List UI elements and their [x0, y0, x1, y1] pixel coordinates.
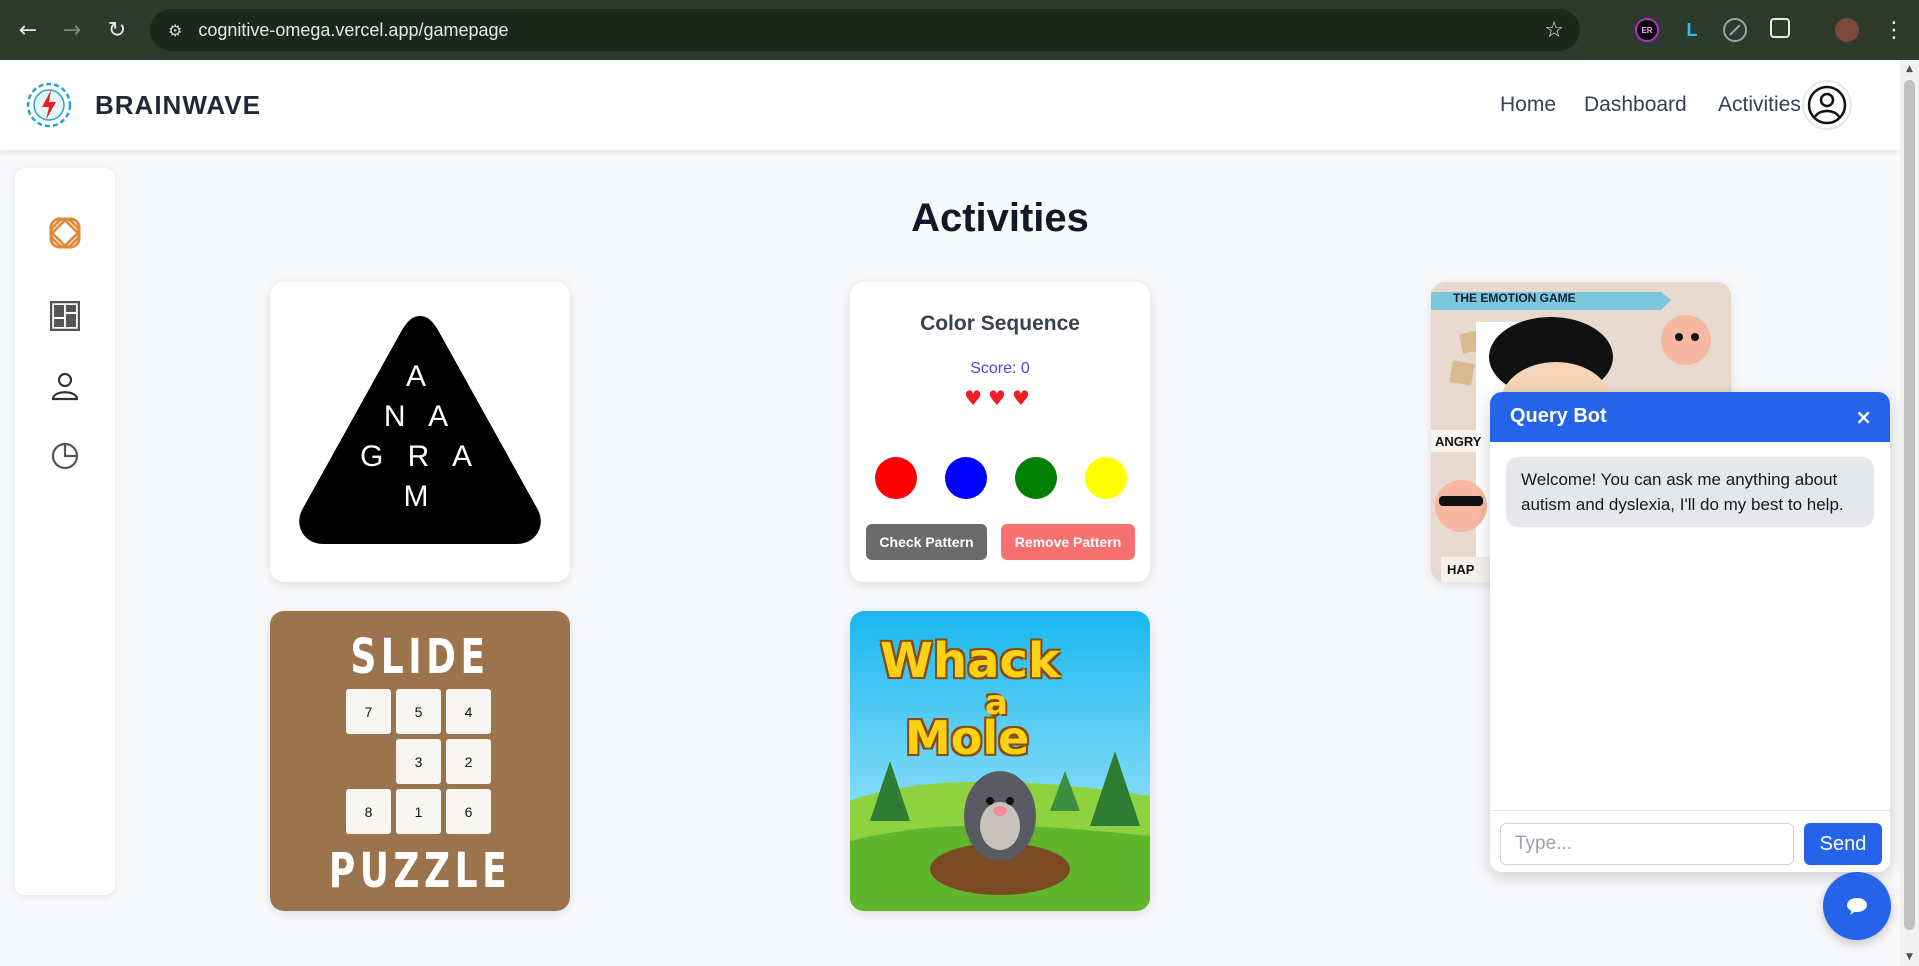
chat-bubble-icon — [1847, 898, 1867, 915]
close-icon[interactable]: × — [1855, 405, 1872, 429]
whack-a-mole-card[interactable]: Whack a Mole — [850, 611, 1150, 911]
user-icon[interactable] — [45, 366, 85, 406]
back-icon[interactable]: ← — [8, 10, 48, 50]
color-green-button[interactable] — [1015, 457, 1057, 499]
app-header: BRAINWAVE Home Dashboard Activities — [0, 60, 1900, 150]
brand-name[interactable]: BRAINWAVE — [95, 90, 261, 121]
forward-icon[interactable]: → — [52, 10, 92, 50]
color-red-button[interactable] — [875, 457, 917, 499]
page-title: Activities — [911, 196, 1089, 240]
bot-welcome-message: Welcome! You can ask me anything about a… — [1506, 457, 1874, 527]
address-bar[interactable]: ⚙ cognitive-omega.vercel.app/gamepage ☆ — [150, 9, 1580, 51]
slide-puzzle-card[interactable]: SLIDE 7 5 4 3 2 8 1 6 PUZZLE — [270, 611, 570, 911]
color-blue-button[interactable] — [945, 457, 987, 499]
nav-activities[interactable]: Activities — [1718, 93, 1801, 117]
extensions-puzzle-icon[interactable] — [1770, 18, 1790, 38]
dashboard-icon[interactable] — [45, 296, 85, 336]
emotion-label-angry: ANGRY — [1435, 434, 1482, 449]
anagram-card[interactable]: A N A G R A M — [270, 282, 570, 582]
chat-toggle-button[interactable] — [1823, 872, 1891, 940]
nav-home[interactable]: Home — [1500, 93, 1556, 117]
slide-title: SLIDE — [350, 629, 490, 685]
puzzle-tile[interactable]: 7 — [346, 689, 391, 734]
query-bot-panel: Query Bot × Welcome! You can ask me anyt… — [1490, 392, 1890, 872]
browser-toolbar: ← → ↻ ⚙ cognitive-omega.vercel.app/gamep… — [0, 0, 1919, 60]
send-button[interactable]: Send — [1804, 823, 1882, 865]
chat-input[interactable] — [1500, 823, 1794, 865]
lives-hearts: ♥♥♥ — [964, 386, 1036, 410]
url-text[interactable]: cognitive-omega.vercel.app/gamepage — [198, 20, 508, 41]
puzzle-title: PUZZLE — [328, 843, 512, 899]
check-pattern-button[interactable]: Check Pattern — [866, 524, 987, 560]
puzzle-tile[interactable]: 3 — [396, 739, 441, 784]
user-circle-icon — [1807, 85, 1847, 125]
reload-icon[interactable]: ↻ — [97, 10, 137, 50]
puzzle-tile[interactable]: 2 — [446, 739, 491, 784]
whack-title: Whack — [880, 633, 1060, 689]
sidebar — [15, 168, 115, 895]
brain-logo-icon[interactable] — [20, 80, 78, 130]
scrollbar-thumb[interactable] — [1904, 80, 1915, 930]
extension-blocked-icon[interactable] — [1723, 18, 1747, 42]
chat-header: Query Bot × — [1490, 392, 1890, 442]
scroll-up-icon[interactable]: ▲ — [1904, 64, 1915, 74]
bookmark-star-icon[interactable]: ☆ — [1544, 18, 1564, 43]
score-text: Score: 0 — [970, 360, 1030, 377]
browser-profile-avatar[interactable] — [1835, 18, 1859, 42]
puzzle-tile[interactable]: 1 — [396, 789, 441, 834]
emotion-label-happy: HAP — [1447, 562, 1475, 577]
extension-l-icon[interactable]: L — [1680, 18, 1704, 42]
color-yellow-button[interactable] — [1085, 457, 1127, 499]
site-settings-icon[interactable]: ⚙ — [168, 21, 182, 40]
anagram-letters: A N A G R A M — [359, 360, 481, 513]
puzzle-tile[interactable]: 4 — [446, 689, 491, 734]
color-sequence-title: Color Sequence — [920, 312, 1080, 335]
puzzle-tile[interactable]: 6 — [446, 789, 491, 834]
color-sequence-card: Color Sequence Score: 0 ♥♥♥ Check Patter… — [850, 282, 1150, 582]
whack-title-mole: Mole — [905, 711, 1030, 765]
pie-chart-icon[interactable] — [45, 436, 85, 476]
scroll-down-icon[interactable]: ▼ — [1904, 952, 1915, 962]
chat-input-bar: Send — [1490, 810, 1890, 872]
remove-pattern-button[interactable]: Remove Pattern — [1001, 524, 1135, 560]
browser-menu-icon[interactable]: ⋮ — [1874, 10, 1914, 50]
brand-knot-icon[interactable] — [45, 213, 85, 253]
puzzle-tile-grid: 7 5 4 3 2 8 1 6 — [346, 689, 496, 839]
page-scrollbar[interactable]: ▲ ▼ — [1900, 60, 1919, 966]
emotion-banner-text: THE EMOTION GAME — [1453, 291, 1576, 305]
chat-title: Query Bot — [1510, 405, 1607, 427]
puzzle-tile[interactable]: 5 — [396, 689, 441, 734]
puzzle-tile[interactable]: 8 — [346, 789, 391, 834]
profile-button[interactable] — [1802, 80, 1852, 130]
extension-er-icon[interactable]: ER — [1635, 18, 1659, 42]
nav-dashboard[interactable]: Dashboard — [1584, 93, 1687, 117]
